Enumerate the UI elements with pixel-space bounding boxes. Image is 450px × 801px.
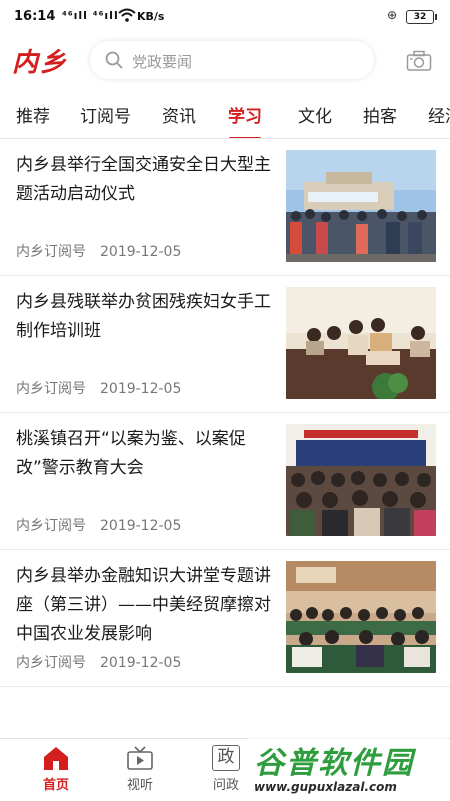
news-source: 内乡订阅号 <box>16 381 86 397</box>
news-date: 2019-12-05 <box>100 518 182 534</box>
news-thumbnail[interactable] <box>286 287 436 399</box>
search-bar[interactable]: 党政要闻 <box>90 41 374 79</box>
signal-icon: ⁴⁶ıll ⁴⁶ıll <box>62 9 119 22</box>
news-item[interactable]: 内乡县举办金融知识大讲堂专题讲座（第三讲）——中美经贸摩擦对中国农业发展影响 内… <box>0 550 450 687</box>
camera-icon[interactable] <box>406 50 432 72</box>
news-date: 2019-12-05 <box>100 655 182 671</box>
tab-economy[interactable]: 经济 <box>428 102 450 127</box>
zheng-icon: 政 <box>212 745 240 771</box>
nav-home-label: 首页 <box>42 778 69 793</box>
news-meta: 内乡订阅号 2019-12-05 <box>16 652 181 672</box>
news-date: 2019-12-05 <box>100 381 182 397</box>
watermark: 谷普软件园 www.gupuxlazal.com <box>248 738 448 800</box>
news-source: 内乡订阅号 <box>16 244 86 260</box>
news-thumbnail[interactable] <box>286 424 436 536</box>
news-title[interactable]: 内乡县举办金融知识大讲堂专题讲座（第三讲）——中美经贸摩擦对中国农业发展影响 <box>16 562 272 649</box>
tab-study[interactable]: 学习 <box>228 102 262 138</box>
search-icon <box>105 51 123 69</box>
search-placeholder: 党政要闻 <box>132 53 193 71</box>
app-logo: 内乡 <box>12 48 69 78</box>
tab-subscriptions[interactable]: 订阅号 <box>80 102 131 127</box>
news-date: 2019-12-05 <box>100 244 182 260</box>
network-speed-label: KB/s <box>137 10 165 23</box>
news-title[interactable]: 内乡县举行全国交通安全日大型主题活动启动仪式 <box>16 151 272 209</box>
nav-media-label: 视听 <box>126 778 153 793</box>
home-icon <box>44 747 68 770</box>
news-item[interactable]: 桃溪镇召开“以案为鉴、以案促改”警示教育大会 内乡订阅号 2019-12-05 <box>0 413 450 550</box>
app-header: 内乡 党政要闻 <box>0 32 450 90</box>
tab-news[interactable]: 资讯 <box>162 102 196 127</box>
battery-icon: 32 <box>406 10 437 24</box>
category-tabs: 推荐 订阅号 资讯 学习 文化 拍客 经济 <box>0 90 450 139</box>
lock-icon: ⊕ <box>387 8 398 22</box>
news-list: 内乡县举行全国交通安全日大型主题活动启动仪式 内乡订阅号 2019-12-05 <box>0 139 450 687</box>
tab-culture[interactable]: 文化 <box>298 102 332 127</box>
news-thumbnail[interactable] <box>286 561 436 673</box>
watermark-url: www.gupuxlazal.com <box>254 780 397 794</box>
news-meta: 内乡订阅号 2019-12-05 <box>16 241 181 261</box>
news-item[interactable]: 内乡县举行全国交通安全日大型主题活动启动仪式 内乡订阅号 2019-12-05 <box>0 139 450 276</box>
tab-photographer[interactable]: 拍客 <box>363 102 397 127</box>
nav-politics-label: 问政 <box>212 778 239 793</box>
tv-icon <box>127 746 153 770</box>
status-bar: 16:14 ⁴⁶ıll ⁴⁶ıll KB/s ⊕ 32 <box>0 0 450 32</box>
news-source: 内乡订阅号 <box>16 518 86 534</box>
news-meta: 内乡订阅号 2019-12-05 <box>16 515 181 535</box>
news-source: 内乡订阅号 <box>16 655 86 671</box>
news-item[interactable]: 内乡县残联举办贫困残疾妇女手工制作培训班 内乡订阅号 2019-12-05 <box>0 276 450 413</box>
nav-home[interactable]: 首页 <box>26 745 86 793</box>
watermark-text: 谷普软件园 <box>254 746 414 781</box>
news-thumbnail[interactable] <box>286 150 436 262</box>
news-meta: 内乡订阅号 2019-12-05 <box>16 378 181 398</box>
nav-media[interactable]: 视听 <box>110 745 170 793</box>
news-title[interactable]: 桃溪镇召开“以案为鉴、以案促改”警示教育大会 <box>16 425 272 483</box>
wifi-icon <box>118 8 136 22</box>
status-time: 16:14 <box>14 9 56 24</box>
nav-politics[interactable]: 政 问政 <box>196 745 256 793</box>
tab-recommend[interactable]: 推荐 <box>16 102 50 127</box>
news-title[interactable]: 内乡县残联举办贫困残疾妇女手工制作培训班 <box>16 288 272 346</box>
